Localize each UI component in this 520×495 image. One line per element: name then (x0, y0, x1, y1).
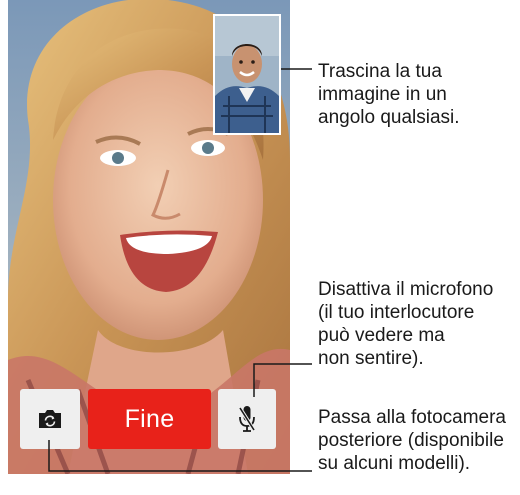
microphone-mute-icon (238, 406, 256, 432)
self-view-video (215, 16, 279, 133)
facetime-call-screen: Fine (8, 0, 290, 474)
callout-pip-text: Trascina la tua immagine in un angolo qu… (318, 61, 460, 128)
camera-flip-icon (39, 410, 61, 428)
mute-button[interactable] (218, 389, 276, 449)
flip-camera-button[interactable] (20, 389, 80, 449)
end-call-button[interactable]: Fine (88, 389, 211, 449)
self-view-thumbnail[interactable] (213, 14, 281, 135)
callout-camera-text: Passa alla fotocamera posteriore (dispon… (318, 407, 506, 474)
end-call-label: Fine (124, 404, 175, 433)
callout-mute-text: Disattiva il microfono (il tuo interlocu… (318, 279, 494, 369)
